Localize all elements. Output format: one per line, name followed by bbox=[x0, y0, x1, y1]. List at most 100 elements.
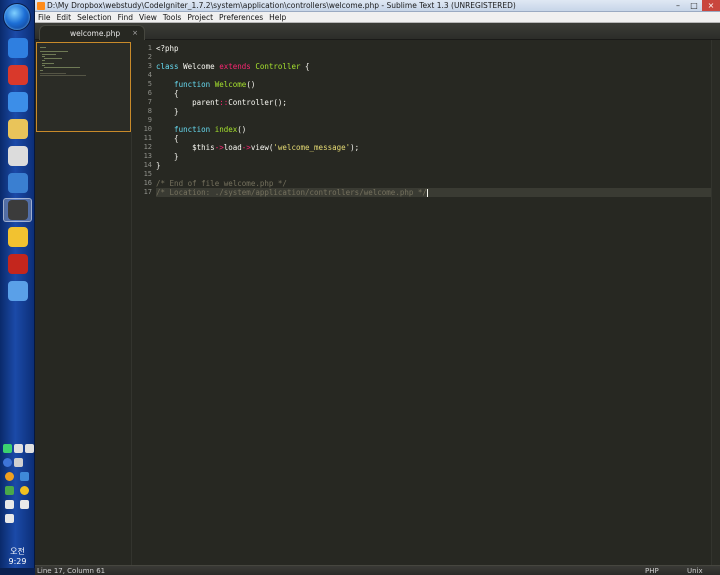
line-number: 7 bbox=[147, 98, 152, 106]
code-token: Controller bbox=[255, 62, 306, 71]
line-numbers: 1 2 3 4 5 6 7 8 9 10 11 12 13 14 15 16 17 bbox=[132, 44, 152, 197]
taskbar-button[interactable] bbox=[3, 279, 32, 303]
menu-preferences[interactable]: Preferences bbox=[216, 13, 266, 22]
code-token: parent bbox=[156, 98, 220, 107]
code-token: $this bbox=[156, 143, 215, 152]
code-token: /* End of file welcome.php */ bbox=[156, 179, 287, 188]
chat-icon[interactable] bbox=[20, 486, 29, 495]
line-endings[interactable]: Unix bbox=[687, 567, 703, 575]
panda-app-icon bbox=[7, 146, 28, 166]
code-token: -> bbox=[214, 143, 224, 152]
show-desktop-button[interactable] bbox=[0, 568, 35, 575]
language-icon[interactable] bbox=[14, 444, 23, 453]
start-button[interactable] bbox=[3, 3, 31, 31]
menu-selection[interactable]: Selection bbox=[74, 13, 115, 22]
help-icon[interactable] bbox=[3, 458, 12, 467]
code-token: class bbox=[156, 62, 184, 71]
menu-file[interactable]: File bbox=[35, 13, 54, 22]
bluetooth-icon[interactable] bbox=[20, 472, 29, 481]
volume-icon[interactable] bbox=[5, 514, 14, 523]
code-token: } bbox=[156, 161, 161, 170]
code-line[interactable]: <?php bbox=[156, 44, 716, 53]
code-line[interactable]: } bbox=[156, 107, 716, 116]
code-area[interactable]: <?php class Welcome extends Controller { … bbox=[156, 44, 716, 197]
taskbar-button[interactable] bbox=[3, 171, 32, 195]
ie-icon bbox=[7, 38, 28, 58]
code-token: { bbox=[156, 134, 179, 143]
browser-icon bbox=[7, 281, 28, 301]
hanja-icon[interactable] bbox=[25, 444, 34, 453]
status-orange-icon[interactable] bbox=[5, 472, 14, 481]
tab-welcome-php[interactable]: welcome.php × bbox=[39, 25, 145, 40]
taskbar-button[interactable] bbox=[3, 90, 32, 114]
code-token: Controller(); bbox=[228, 98, 287, 107]
taskbar-button[interactable] bbox=[3, 36, 32, 60]
ime-icon[interactable] bbox=[14, 458, 23, 467]
security-icon[interactable] bbox=[5, 486, 14, 495]
code-line[interactable]: { bbox=[156, 89, 716, 98]
code-editor[interactable]: 1 2 3 4 5 6 7 8 9 10 11 12 13 14 15 16 17 <?php class Wel… bbox=[132, 40, 720, 565]
menu-view[interactable]: View bbox=[136, 13, 160, 22]
menu-edit[interactable]: Edit bbox=[54, 13, 75, 22]
syntax-selector[interactable]: PHP bbox=[645, 567, 659, 575]
line-number: 8 bbox=[147, 107, 152, 115]
code-line[interactable] bbox=[156, 53, 716, 62]
tab-close-icon[interactable]: × bbox=[132, 29, 138, 37]
code-token: 'welcome_message' bbox=[273, 143, 351, 152]
flag-icon[interactable] bbox=[5, 500, 14, 509]
code-line[interactable]: function Welcome() bbox=[156, 80, 716, 89]
code-line[interactable]: } bbox=[156, 161, 716, 170]
chrome-icon bbox=[7, 65, 28, 85]
taskbar-button[interactable] bbox=[3, 117, 32, 141]
taskbar-button[interactable] bbox=[3, 144, 32, 168]
tab-label: welcome.php bbox=[70, 29, 121, 38]
code-line[interactable]: { bbox=[156, 134, 716, 143]
minimap[interactable] bbox=[35, 132, 132, 565]
line-number: 13 bbox=[143, 152, 152, 160]
code-line[interactable]: class Welcome extends Controller { bbox=[156, 62, 716, 71]
code-line[interactable]: parent::Controller(); bbox=[156, 98, 716, 107]
minimap-viewport[interactable] bbox=[36, 42, 131, 132]
menu-find[interactable]: Find bbox=[115, 13, 136, 22]
code-line[interactable]: /* Location: ./system/application/contro… bbox=[156, 188, 716, 197]
title-bar[interactable]: D:\My Dropbox\webstudy\CodeIgniter_1.7.2… bbox=[35, 0, 720, 12]
minimize-button[interactable]: – bbox=[670, 0, 686, 11]
code-line[interactable] bbox=[156, 170, 716, 179]
code-token: () bbox=[246, 80, 256, 89]
network-icon[interactable] bbox=[3, 444, 12, 453]
text-cursor bbox=[426, 189, 428, 197]
code-line[interactable]: /* End of file welcome.php */ bbox=[156, 179, 716, 188]
line-number: 15 bbox=[143, 170, 152, 178]
line-number: 1 bbox=[147, 44, 152, 52]
messenger-icon bbox=[7, 227, 28, 247]
maximize-button[interactable]: □ bbox=[686, 0, 702, 11]
taskbar-button[interactable] bbox=[3, 225, 32, 249]
code-token: } bbox=[156, 107, 179, 116]
line-number: 9 bbox=[147, 116, 152, 124]
status-bar: Line 17, Column 61 PHP Unix bbox=[35, 565, 720, 575]
taskbar-button[interactable] bbox=[3, 63, 32, 87]
code-token: { bbox=[156, 89, 179, 98]
line-number: 11 bbox=[143, 134, 152, 142]
code-line[interactable] bbox=[156, 116, 716, 125]
clock[interactable]: 오전 9:29 bbox=[0, 546, 35, 566]
code-token: function bbox=[156, 125, 215, 134]
tab-bar: welcome.php × bbox=[35, 23, 720, 40]
sublime-text-icon bbox=[7, 200, 28, 220]
menu-help[interactable]: Help bbox=[266, 13, 289, 22]
taskbar-button[interactable] bbox=[3, 252, 32, 276]
vertical-scrollbar[interactable] bbox=[711, 40, 720, 565]
close-button[interactable]: × bbox=[702, 0, 720, 11]
line-number: 2 bbox=[147, 53, 152, 61]
code-line[interactable] bbox=[156, 71, 716, 80]
code-line[interactable]: $this->load->view('welcome_message'); bbox=[156, 143, 716, 152]
sync-icon[interactable] bbox=[20, 500, 29, 509]
system-tray bbox=[0, 440, 35, 540]
window-controls: – □ × bbox=[670, 0, 720, 12]
code-token: { bbox=[305, 62, 310, 71]
menu-project[interactable]: Project bbox=[184, 13, 216, 22]
code-line[interactable]: function index() bbox=[156, 125, 716, 134]
code-line[interactable]: } bbox=[156, 152, 716, 161]
menu-tools[interactable]: Tools bbox=[160, 13, 184, 22]
taskbar-button[interactable] bbox=[3, 198, 32, 222]
